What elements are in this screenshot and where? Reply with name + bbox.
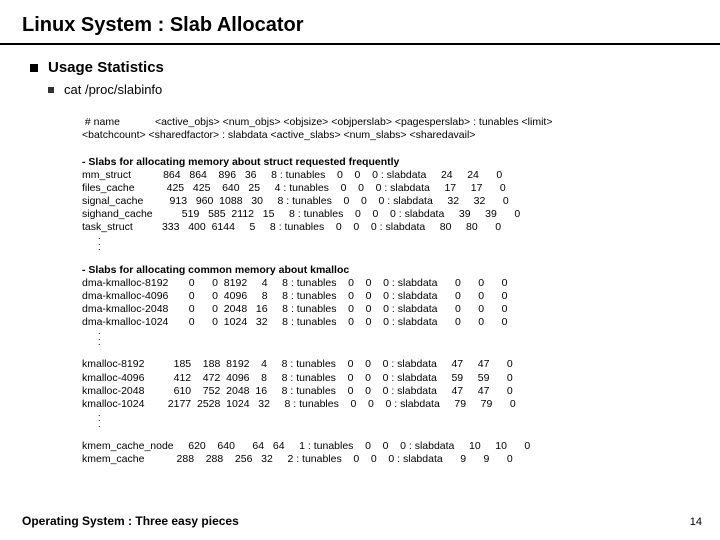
- group1-title: - Slabs for allocating memory about stru…: [82, 156, 399, 168]
- slide-title: Linux System : Slab Allocator: [0, 0, 720, 43]
- vertical-ellipsis-icon: ...: [82, 234, 700, 250]
- section-heading: Usage Statistics: [48, 59, 164, 76]
- group2-title: - Slabs for allocating common memory abo…: [82, 264, 349, 276]
- header-line-1: # name <active_objs> <num_objs> <objsize…: [82, 116, 552, 128]
- group1-rows: mm_struct 864 864 896 36 8 : tunables 0 …: [82, 169, 520, 234]
- slabinfo-block: # name <active_objs> <num_objs> <objsize…: [30, 103, 700, 467]
- bullet-icon: [48, 87, 54, 93]
- bullet-icon: [30, 64, 38, 72]
- group3-rows: kmalloc-8192 185 188 8192 4 8 : tunables…: [82, 358, 516, 409]
- section-row: Usage Statistics: [30, 59, 700, 76]
- vertical-ellipsis-icon: ...: [82, 329, 700, 345]
- command-row: cat /proc/slabinfo: [30, 82, 700, 97]
- slide-body: Usage Statistics cat /proc/slabinfo # na…: [0, 45, 720, 467]
- footer-text: Operating System : Three easy pieces: [22, 514, 239, 528]
- group2-rows: dma-kmalloc-8192 0 0 8192 4 8 : tunables…: [82, 277, 507, 328]
- header-line-2: <batchcount> <sharedfactor> : slabdata <…: [82, 129, 475, 141]
- group4-rows: kmem_cache_node 620 640 64 64 1 : tunabl…: [82, 440, 530, 465]
- vertical-ellipsis-icon: ...: [82, 411, 700, 427]
- page-number: 14: [690, 516, 702, 528]
- command-text: cat /proc/slabinfo: [64, 82, 162, 97]
